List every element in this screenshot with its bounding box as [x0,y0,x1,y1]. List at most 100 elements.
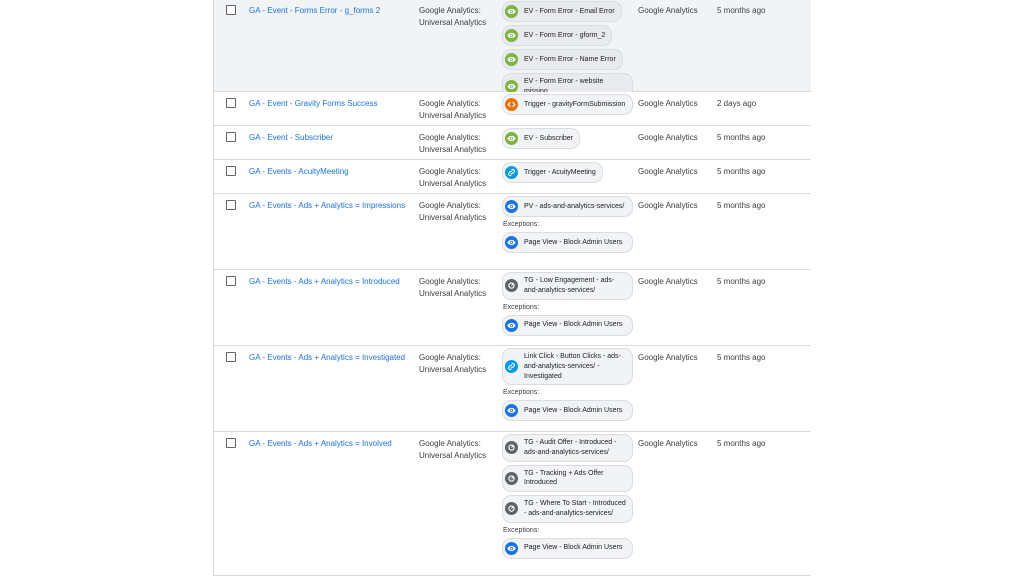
trigger-chip[interactable]: EV - Form Error - Name Error [502,49,623,70]
last-edited: 5 months ago [717,353,766,362]
trigger-label: TG - Where To Start - Introduced - ads-a… [524,500,626,517]
exceptions-label: Exceptions: [503,221,540,228]
tag-name-link[interactable]: GA - Events - Ads + Analytics = Investig… [249,352,414,364]
code-icon [505,98,518,111]
last-edited: 5 months ago [717,439,766,448]
tag-type: Google Analytics: Universal Analytics [419,6,487,27]
tag-name-link[interactable]: GA - Event - Forms Error - g_forms 2 [249,5,414,17]
table-row[interactable]: GA - Event - Subscriber Google Analytics… [214,126,811,160]
exception-label: Page View - Block Admin Users [524,238,623,246]
exceptions-label: Exceptions: [503,389,540,397]
eye-icon [505,541,518,555]
exception-chip[interactable]: Page View - Block Admin Users [502,537,633,559]
trigger-label: TG - Audit Offer - Introduced - ads-and-… [524,439,617,456]
trigger-chip[interactable]: EV - Form Error - Email Error [502,1,622,22]
exception-label: Page View - Block Admin Users [524,544,623,552]
exception-label: Page View - Block Admin Users [524,406,623,414]
table-row[interactable]: GA - Events - Ads + Analytics = Investig… [214,346,811,432]
gear-icon [505,279,518,293]
firing-triggers: EV - Subscriber [502,128,637,152]
gear-icon [505,471,518,485]
trigger-label: TG - Tracking + Ads Offer Introduced [524,469,604,487]
tag-name-link[interactable]: GA - Events - AcuityMeeting [249,166,414,178]
link-icon [505,360,518,374]
tag-name-link[interactable]: GA - Events - Ads + Analytics = Introduc… [249,276,414,288]
trigger-label: EV - Form Error - Email Error [524,7,615,15]
tag-type: Google Analytics: Universal Analytics [419,201,487,222]
exceptions-label: Exceptions: [503,526,540,534]
tag-type: Google Analytics: Universal Analytics [419,277,487,298]
eye-icon [505,29,518,42]
firing-triggers: Link Click - Button Clicks - ads-and-ana… [502,348,637,424]
tag-name-link[interactable]: GA - Events - Ads + Analytics = Impressi… [249,200,414,212]
trigger-chip[interactable]: Trigger - AcuityMeeting [502,162,603,183]
table-row[interactable]: GA - Events - Ads + Analytics = Impressi… [214,194,811,270]
destination: Google Analytics [638,353,698,362]
trigger-label: Link Click - Button Clicks - ads-and-ana… [524,353,621,380]
table-row[interactable]: GA - Event - Forms Error - g_forms 2 Goo… [214,0,811,101]
trigger-chip[interactable]: PV - ads-and-analytics-services/ [502,196,633,217]
tag-type: Google Analytics: Universal Analytics [419,167,487,188]
tag-type: Google Analytics: Universal Analytics [419,99,487,120]
last-edited: 5 months ago [717,201,766,210]
trigger-chip[interactable]: TG - Low Engagement - ads-and-analytics-… [502,272,633,300]
destination: Google Analytics [638,133,698,142]
trigger-label: Trigger - AcuityMeeting [524,168,596,176]
destination: Google Analytics [638,201,698,210]
exception-chip[interactable]: Page View - Block Admin Users [502,232,633,253]
tag-type: Google Analytics: Universal Analytics [419,133,487,154]
trigger-label: EV - Form Error - Name Error [524,55,616,63]
last-edited: 5 months ago [717,277,766,286]
row-checkbox[interactable] [226,276,236,286]
firing-triggers: Trigger - AcuityMeeting [502,162,637,186]
tag-type: Google Analytics: Universal Analytics [419,353,487,374]
eye-icon [505,200,518,213]
trigger-label: PV - ads-and-analytics-services/ [524,202,625,210]
destination: Google Analytics [638,277,698,286]
trigger-chip[interactable]: Link Click - Button Clicks - ads-and-ana… [502,348,633,386]
row-checkbox[interactable] [226,200,236,210]
trigger-label: Trigger - gravityFormSubmission [524,100,626,108]
destination: Google Analytics [638,6,698,15]
row-checkbox[interactable] [226,5,236,15]
gear-icon [505,502,518,516]
table-row[interactable]: GA - Events - Ads + Analytics = Introduc… [214,270,811,346]
trigger-chip[interactable]: EV - Form Error - gform_2 [502,25,613,46]
tags-table: GA - Event - Forms Error - g_forms 2 Goo… [213,0,811,576]
trigger-label: EV - Subscriber [524,134,574,142]
row-checkbox[interactable] [226,438,236,448]
table-row[interactable]: GA - Event - Gravity Forms Success Googl… [214,92,811,126]
last-edited: 5 months ago [717,167,766,176]
tag-name-link[interactable]: GA - Events - Ads + Analytics = Involved [249,438,414,450]
destination: Google Analytics [638,439,698,448]
tag-name-link[interactable]: GA - Event - Subscriber [249,132,414,144]
row-checkbox[interactable] [226,166,236,176]
exception-label: Page View - Block Admin Users [524,321,623,329]
eye-icon [505,132,518,145]
last-edited: 5 months ago [717,133,766,142]
firing-triggers: TG - Low Engagement - ads-and-analytics-… [502,272,637,339]
firing-triggers: EV - Form Error - Email Error EV - Form … [502,1,637,104]
table-row[interactable]: GA - Events - Ads + Analytics = Involved… [214,432,811,576]
trigger-label: TG - Low Engagement - ads-and-analytics-… [524,277,615,294]
trigger-chip[interactable]: TG - Audit Offer - Introduced - ads-and-… [502,434,633,462]
destination: Google Analytics [638,167,698,176]
trigger-chip[interactable]: TG - Tracking + Ads Offer Introduced [502,464,633,493]
tag-name-link[interactable]: GA - Event - Gravity Forms Success [249,98,414,110]
firing-triggers: PV - ads-and-analytics-services/ Excepti… [502,196,637,256]
trigger-label: EV - Form Error - gform_2 [524,31,606,39]
exceptions-label: Exceptions: [503,303,540,311]
exception-chip[interactable]: Page View - Block Admin Users [502,400,633,422]
firing-triggers: Trigger - gravityFormSubmission [502,94,637,118]
table-row[interactable]: GA - Events - AcuityMeeting Google Analy… [214,160,811,194]
row-checkbox[interactable] [226,98,236,108]
last-edited: 5 months ago [717,6,766,15]
row-checkbox[interactable] [226,352,236,362]
trigger-chip[interactable]: EV - Subscriber [502,128,581,149]
row-checkbox[interactable] [226,132,236,142]
exception-chip[interactable]: Page View - Block Admin Users [502,314,633,336]
eye-icon [505,404,518,418]
trigger-chip[interactable]: TG - Where To Start - Introduced - ads-a… [502,495,633,523]
trigger-chip[interactable]: Trigger - gravityFormSubmission [502,94,633,115]
destination: Google Analytics [638,99,698,108]
